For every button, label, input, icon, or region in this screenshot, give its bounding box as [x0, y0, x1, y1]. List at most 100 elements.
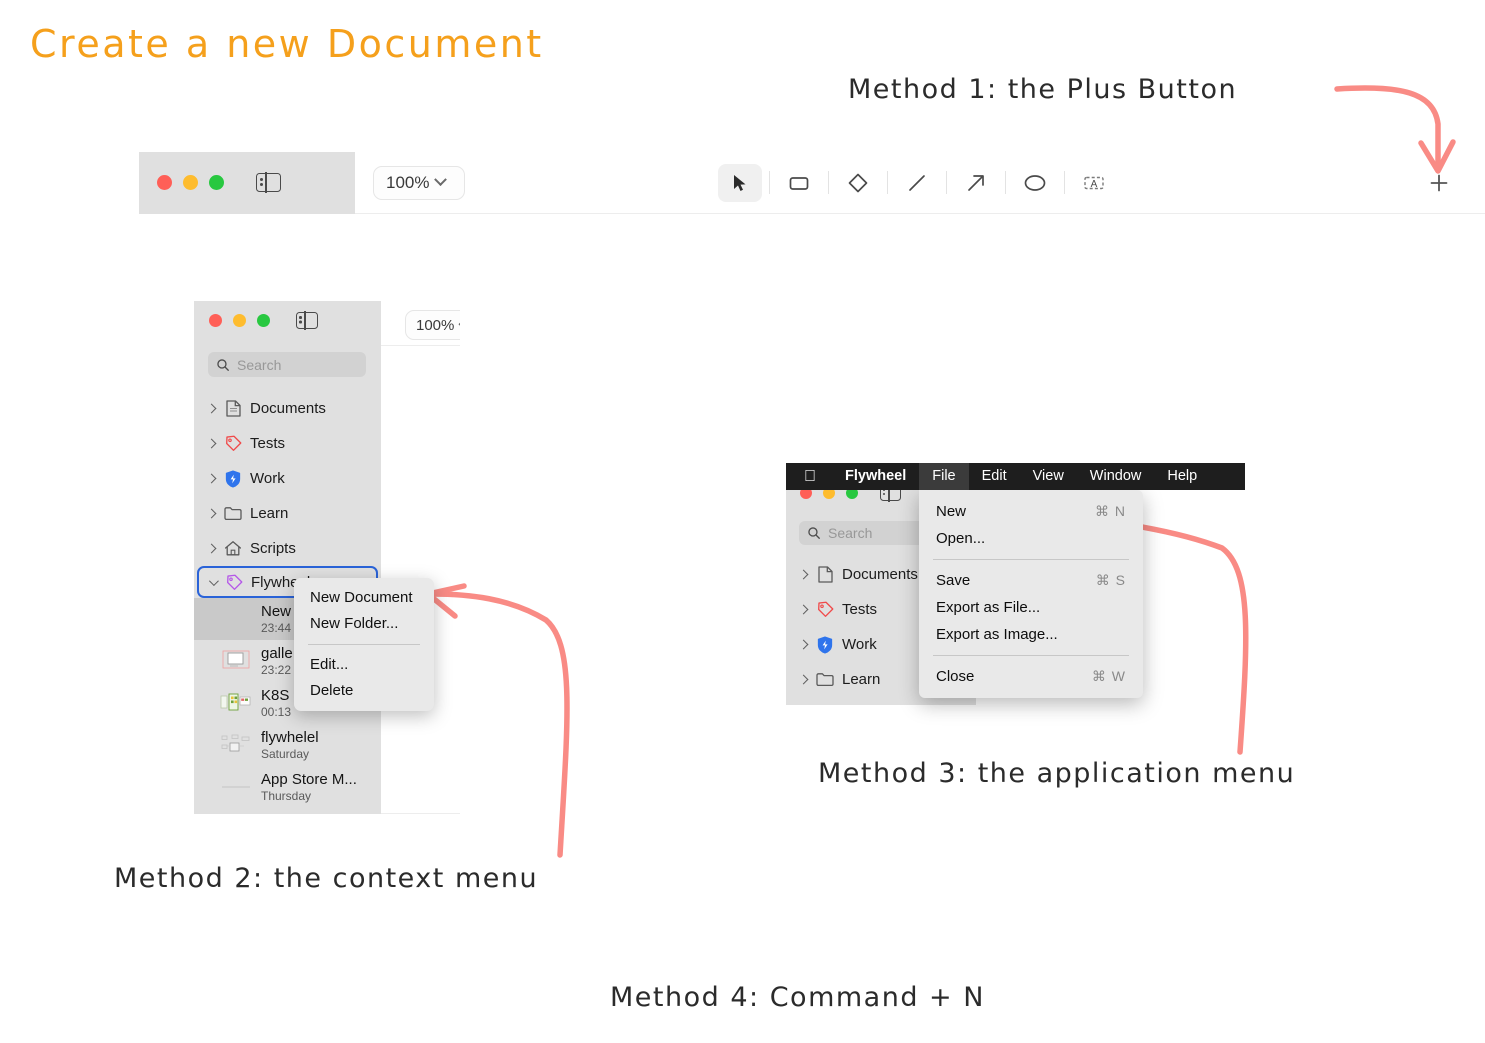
sidebar-item-scripts[interactable]: Scripts: [194, 531, 381, 566]
diamond-icon: [848, 173, 868, 192]
sidebar-item-work[interactable]: Work: [194, 461, 381, 496]
context-menu-item-new-folder[interactable]: New Folder...: [294, 611, 434, 637]
chevron-right-icon[interactable]: [206, 508, 217, 519]
ellipse-tool[interactable]: [1013, 164, 1057, 202]
menubar-item-window[interactable]: Window: [1077, 463, 1155, 490]
minimize-button[interactable]: [183, 175, 198, 190]
file-thumbnail: [220, 607, 252, 631]
sidebar-item-documents[interactable]: Documents: [194, 391, 381, 426]
chevron-down-icon: [434, 173, 448, 187]
close-button[interactable]: [209, 314, 222, 327]
file-menu-item-save[interactable]: Save ⌘ S: [919, 567, 1143, 594]
plus-icon: [1430, 174, 1448, 191]
line-tool[interactable]: [895, 164, 939, 202]
chevron-right-icon[interactable]: [206, 438, 217, 449]
sidebar-item-label: Learn: [250, 505, 289, 522]
file-name: flywhelel: [261, 729, 319, 746]
search-icon: [217, 358, 229, 371]
window-titlebar-left: [139, 151, 355, 214]
tool-divider: [1064, 171, 1065, 194]
maximize-button[interactable]: [209, 175, 224, 190]
chevron-right-icon[interactable]: [798, 569, 809, 580]
home-icon: [224, 540, 242, 558]
tool-divider: [887, 171, 888, 194]
menu-divider: [933, 559, 1129, 560]
chevron-down-icon[interactable]: [208, 575, 219, 586]
chevron-right-icon[interactable]: [206, 473, 217, 484]
zoom-selector[interactable]: 100%: [405, 310, 460, 340]
sidebar-toggle-icon[interactable]: [256, 172, 281, 193]
menu-item-label: Export as Image...: [936, 626, 1058, 643]
search-placeholder: Search: [237, 356, 282, 373]
menubar-item-file[interactable]: File: [919, 463, 969, 490]
file-menu-item-new[interactable]: New ⌘ N: [919, 498, 1143, 525]
context-menu-item-new-document[interactable]: New Document: [294, 585, 434, 611]
close-button[interactable]: [157, 175, 172, 190]
file-timestamp: 23:22: [261, 663, 292, 677]
menu-item-label: Close: [936, 668, 975, 685]
method-3-annotation: Method 3: the application menu: [818, 758, 1296, 789]
file-menu-item-export-as-image[interactable]: Export as Image...: [919, 621, 1143, 648]
cursor-tool[interactable]: [718, 163, 762, 202]
context-menu-item-edit[interactable]: Edit...: [294, 652, 434, 678]
menubar-item-view[interactable]: View: [1020, 463, 1077, 490]
file-dropdown-menu: New ⌘ N Open... Save ⌘ S Export as File.…: [919, 490, 1143, 698]
menu-item-shortcut: ⌘ W: [1091, 668, 1126, 684]
file-thumbnail: [220, 691, 252, 715]
sidebar-toggle-icon[interactable]: [296, 311, 318, 330]
ellipse-icon: [1024, 174, 1046, 191]
traffic-lights: [209, 314, 270, 327]
minimize-button[interactable]: [233, 314, 246, 327]
sidebar-item-label: Documents: [250, 400, 326, 417]
maximize-button[interactable]: [257, 314, 270, 327]
shield-bolt-icon: [224, 469, 242, 488]
tool-group: A: [711, 163, 1123, 202]
traffic-lights: [157, 175, 224, 190]
apple-logo-icon[interactable]: : [786, 463, 832, 490]
chevron-right-icon[interactable]: [206, 543, 217, 554]
menubar-item-help[interactable]: Help: [1154, 463, 1210, 490]
chevron-right-icon[interactable]: [798, 674, 809, 685]
folder-icon: [224, 505, 242, 523]
context-menu-item-delete[interactable]: Delete: [294, 678, 434, 704]
zoom-selector[interactable]: 100%: [373, 165, 465, 200]
arrow-icon: [968, 174, 984, 191]
list-item[interactable]: App Store M... Thursday: [194, 766, 381, 808]
text-tool[interactable]: A: [1072, 164, 1116, 202]
search-icon: [808, 527, 820, 539]
file-timestamp: Thursday: [261, 789, 312, 803]
file-menu-item-export-as-file[interactable]: Export as File...: [919, 594, 1143, 621]
rectangle-tool[interactable]: [777, 164, 821, 202]
menubar-item-edit[interactable]: Edit: [969, 463, 1020, 490]
menubar-item-app-name[interactable]: Flywheel: [832, 463, 919, 490]
context-menu: New Document New Folder... Edit... Delet…: [294, 578, 434, 711]
sidebar-window-titlebar: [209, 311, 318, 330]
menu-item-shortcut: ⌘ S: [1095, 572, 1126, 588]
diamond-tool[interactable]: [836, 164, 880, 202]
tool-divider: [828, 171, 829, 194]
page-title: Create a new Document: [30, 22, 544, 66]
line-icon: [909, 174, 925, 191]
sidebar-item-learn[interactable]: Learn: [194, 496, 381, 531]
sidebar-item-label: Learn: [842, 671, 881, 688]
add-new-button[interactable]: [1425, 169, 1453, 197]
tag-icon-purple: [225, 573, 243, 591]
chevron-right-icon[interactable]: [798, 604, 809, 615]
sidebar-window: 100% Search Documents Tests Work Learn S…: [194, 301, 460, 814]
file-timestamp: 00:13: [261, 705, 292, 719]
method-4-annotation: Method 4: Command + N: [610, 982, 985, 1013]
search-input[interactable]: Search: [208, 352, 366, 377]
sidebar-item-label: Work: [842, 636, 877, 653]
menu-item-label: Save: [936, 572, 971, 589]
menu-item-label: New: [936, 503, 967, 520]
sidebar-item-tests[interactable]: Tests: [194, 426, 381, 461]
chevron-right-icon[interactable]: [206, 403, 217, 414]
chevron-down-icon: [458, 317, 460, 327]
canvas-area: [381, 301, 460, 814]
file-menu-item-close[interactable]: Close ⌘ W: [919, 663, 1143, 690]
arrow-tool[interactable]: [954, 164, 998, 202]
chevron-right-icon[interactable]: [798, 639, 809, 650]
file-menu-item-open[interactable]: Open...: [919, 525, 1143, 552]
list-item[interactable]: flywhelel Saturday: [194, 724, 381, 766]
document-icon: [816, 566, 834, 584]
